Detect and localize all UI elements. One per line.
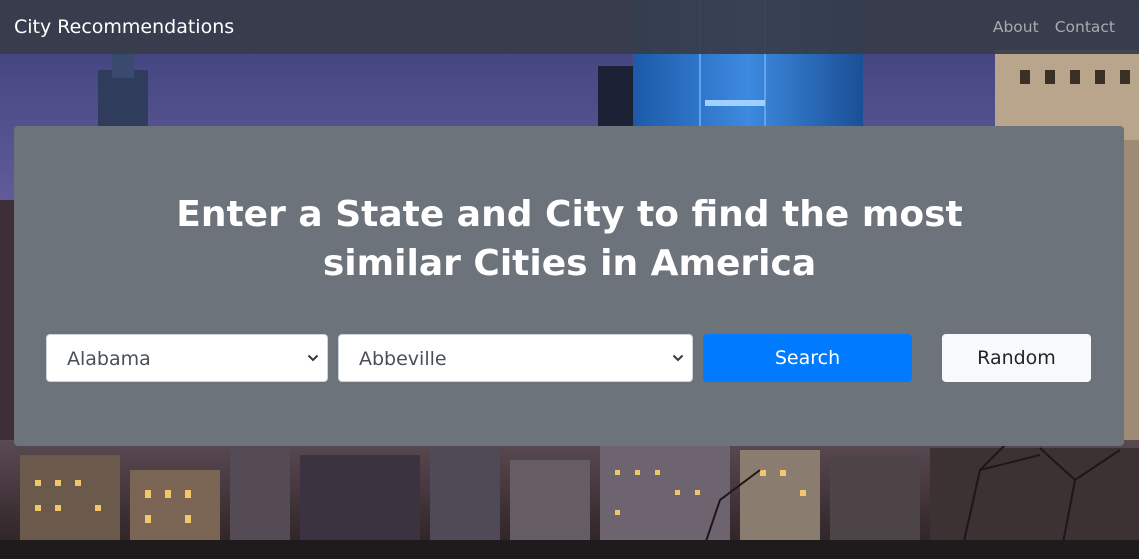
page: City Recommendations About Contact Enter… <box>0 0 1139 559</box>
page-title-line-1: Enter a State and City to find the most <box>176 194 963 235</box>
state-select[interactable]: Alabama <box>46 334 328 382</box>
page-title: Enter a State and City to find the most … <box>0 190 1139 288</box>
nav-links: About Contact <box>993 16 1115 38</box>
brand-link[interactable]: City Recommendations <box>14 14 234 40</box>
search-button[interactable]: Search <box>703 334 912 382</box>
random-button[interactable]: Random <box>942 334 1091 382</box>
nav-link-about[interactable]: About <box>993 16 1039 38</box>
city-select[interactable]: Abbeville <box>338 334 693 382</box>
page-title-line-2: similar Cities in America <box>322 243 817 284</box>
nav-link-contact[interactable]: Contact <box>1055 16 1115 38</box>
city-select-value: Abbeville <box>359 348 447 370</box>
chevron-down-icon <box>672 354 684 362</box>
state-select-value: Alabama <box>67 348 151 370</box>
navbar: City Recommendations About Contact <box>0 0 1139 54</box>
chevron-down-icon <box>307 354 319 362</box>
